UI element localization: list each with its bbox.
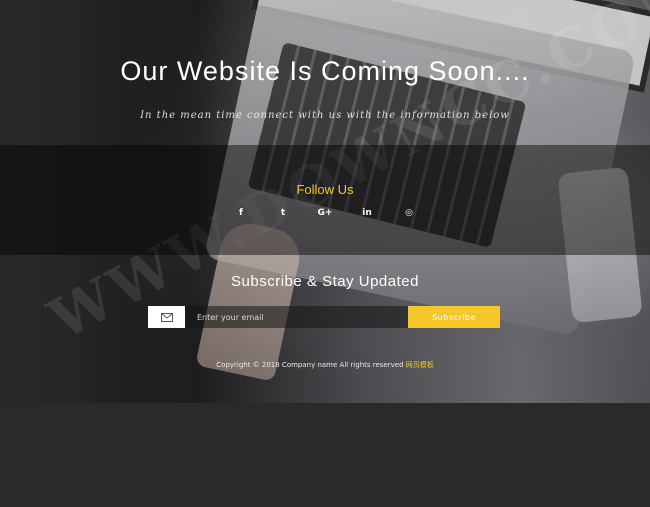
email-input[interactable]	[185, 306, 408, 328]
tagline: In the mean time connect with us with th…	[140, 110, 510, 121]
social-links: f t G+ in ◎	[0, 208, 650, 218]
subscribe-title: Subscribe & Stay Updated	[231, 273, 419, 290]
instagram-icon[interactable]: ◎	[388, 208, 430, 218]
twitter-icon[interactable]: t	[262, 208, 304, 218]
subscribe-form: Subscribe	[148, 306, 500, 328]
mail-icon	[148, 306, 185, 328]
follow-band	[0, 145, 650, 255]
linkedin-icon[interactable]: in	[346, 208, 388, 218]
google-plus-icon[interactable]: G+	[304, 208, 346, 218]
copyright: Copyright © 2018 Company name All rights…	[0, 360, 650, 370]
template-link[interactable]: 网页模板	[406, 361, 434, 369]
envelope-icon	[160, 312, 173, 322]
follow-title: Follow Us	[296, 182, 354, 197]
subscribe-button[interactable]: Subscribe	[408, 306, 500, 328]
page-title: Our Website Is Coming Soon....	[120, 56, 530, 86]
facebook-icon[interactable]: f	[220, 208, 262, 218]
copyright-text: Copyright © 2018 Company name All rights…	[216, 361, 404, 369]
